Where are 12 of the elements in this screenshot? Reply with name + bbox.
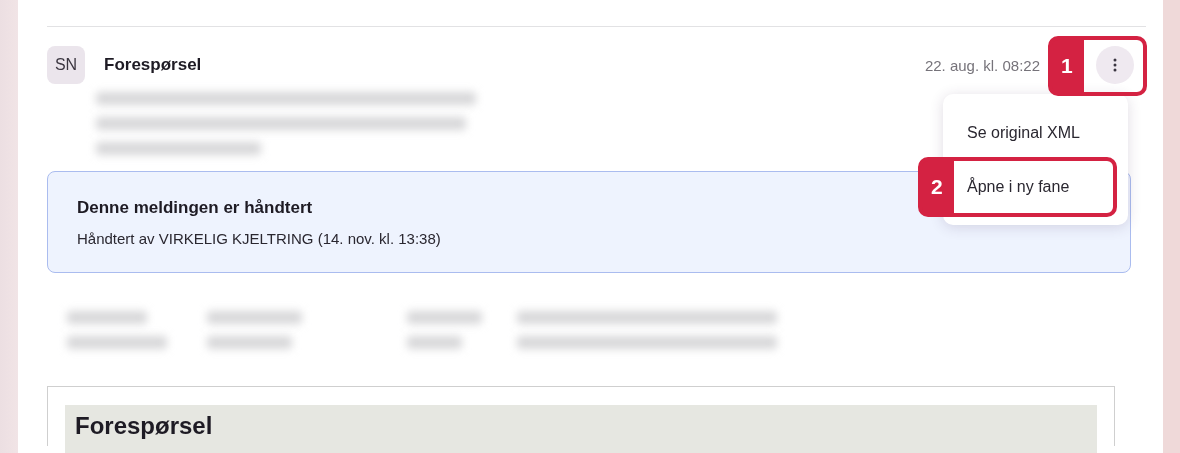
message-date: 22. aug. kl. 08:22 bbox=[924, 56, 1040, 74]
more-icon bbox=[1113, 58, 1117, 72]
document-heading: Forespørsel bbox=[65, 405, 1097, 453]
more-button[interactable] bbox=[1096, 46, 1134, 84]
menu-item[interactable]: Åpne i ny fane bbox=[951, 165, 1120, 208]
message-title: Forespørsel bbox=[104, 55, 202, 75]
notice-text: Håndtert av VIRKELIG KJELTRING (14. nov. kl. 13:38) bbox=[77, 230, 442, 247]
callout-marker: 1 bbox=[1048, 36, 1147, 96]
notice-title: Denne meldingen er håndtert bbox=[77, 198, 314, 218]
menu-item[interactable]: Se original XML bbox=[951, 111, 1120, 154]
blurred-text bbox=[407, 336, 462, 349]
avatar: SN bbox=[47, 46, 85, 84]
